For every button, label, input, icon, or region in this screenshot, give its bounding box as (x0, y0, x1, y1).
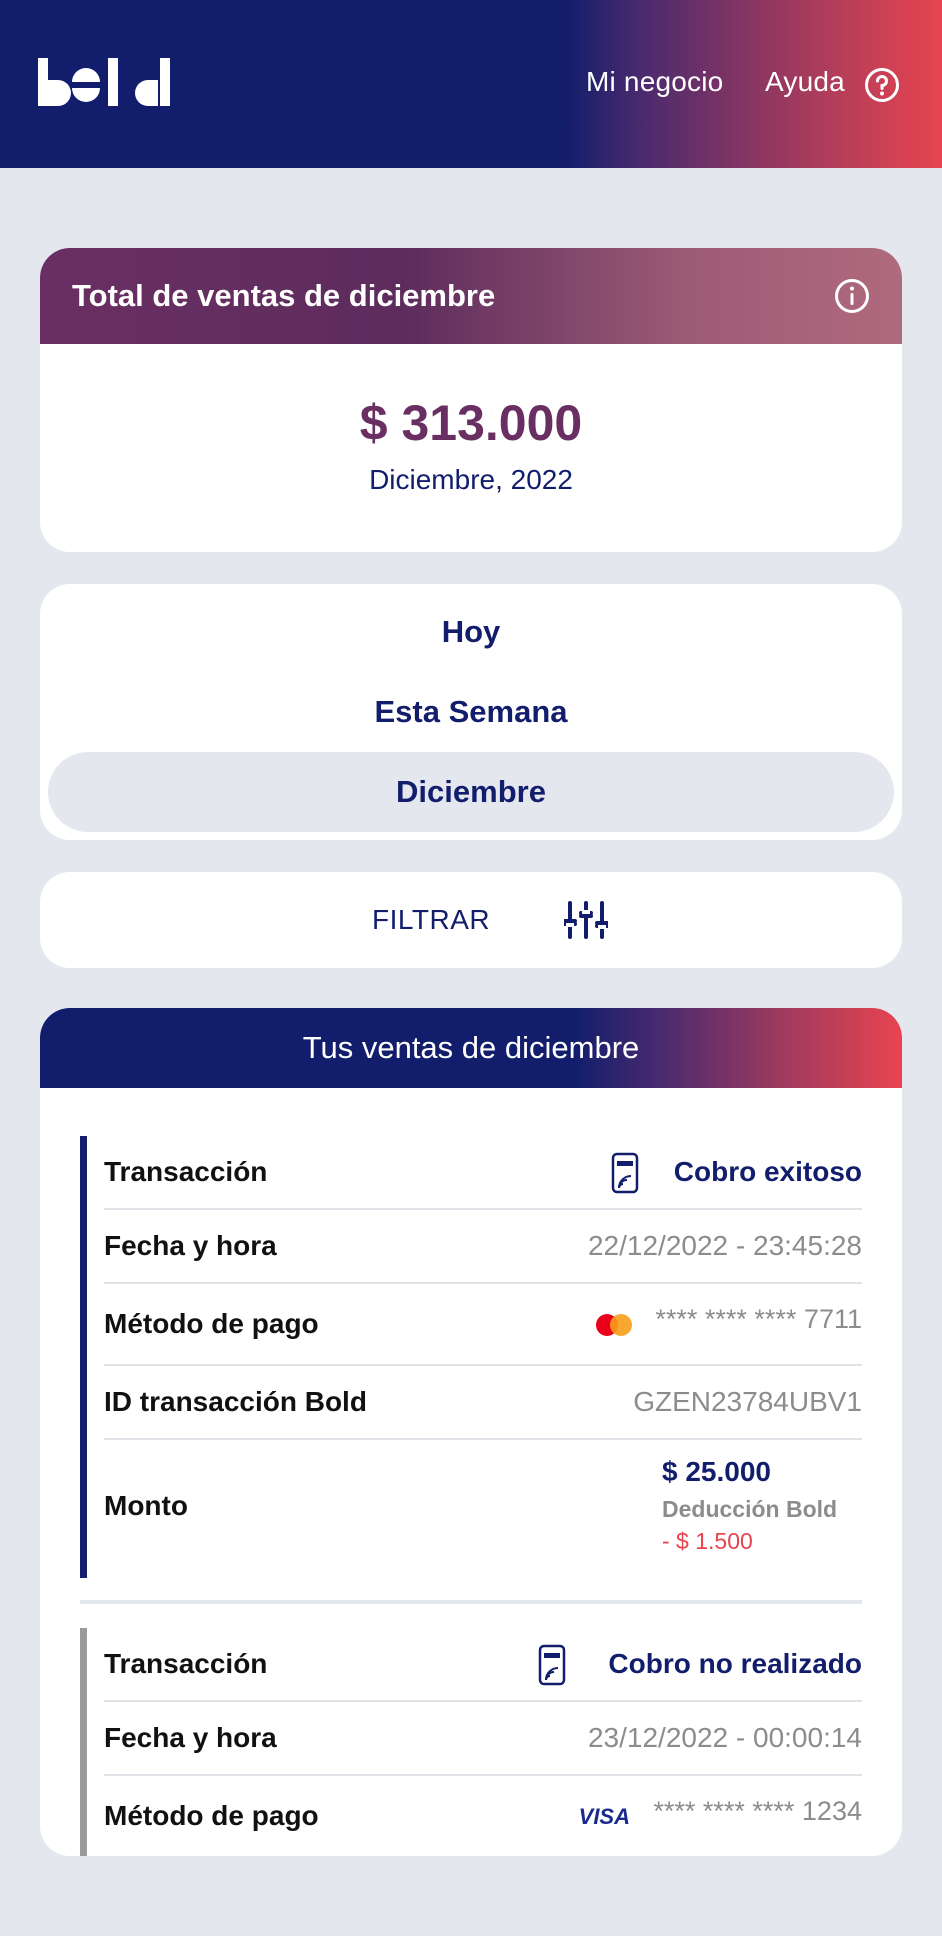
sales-list-title: Tus ventas de diciembre (302, 1030, 640, 1065)
total-sales-header: Total de ventas de diciembre (40, 248, 902, 344)
transaction-status: Cobro exitoso (673, 1156, 862, 1187)
status-bar-success (80, 1136, 87, 1578)
card-number-masked: **** **** **** 7711 (655, 1304, 862, 1334)
transaction-row: Transacción Cobro no realizado (104, 1628, 862, 1702)
amount-label: Monto (104, 1490, 188, 1521)
payment-method-label: Método de pago (104, 1800, 319, 1831)
question-circle-icon[interactable] (864, 67, 900, 103)
payment-method-row: Método de pago **** **** **** 7711 (104, 1284, 862, 1366)
top-header: Mi negocio Ayuda (0, 0, 942, 168)
datetime-label: Fecha y hora (104, 1722, 277, 1753)
total-sales-title: Total de ventas de diciembre (72, 278, 496, 313)
period-selector: Hoy Esta Semana Diciembre (40, 584, 902, 840)
mastercard-icon (596, 1314, 632, 1336)
datetime-row: Fecha y hora 23/12/2022 - 00:00:14 (104, 1702, 862, 1776)
transaction-id-label: ID transacción Bold (104, 1386, 367, 1417)
period-option-esta-semana[interactable]: Esta Semana (48, 672, 894, 752)
nav-mi-negocio[interactable]: Mi negocio (586, 66, 723, 98)
transaction-divider (80, 1600, 862, 1604)
bold-logo[interactable] (38, 58, 170, 108)
total-sales-card: Total de ventas de diciembre $ 313.000 D… (40, 248, 902, 552)
transaction-card[interactable]: Transacción Cobro no realizado Fecha y h… (80, 1628, 862, 1856)
filter-label: FILTRAR (372, 904, 491, 935)
datetime-value: 23/12/2022 - 00:00:14 (587, 1722, 862, 1753)
transaction-id-row: ID transacción Bold GZEN23784UBV1 (104, 1366, 862, 1440)
transaction-label: Transacción (104, 1156, 268, 1187)
period-option-hoy[interactable]: Hoy (48, 592, 894, 672)
transaction-status: Cobro no realizado (608, 1648, 862, 1679)
status-bar-failed (80, 1628, 87, 1856)
transaction-label: Transacción (104, 1648, 268, 1679)
amount-row: Monto $ 25.000 Deducción Bold - $ 1.500 (104, 1440, 862, 1578)
filter-button[interactable]: FILTRAR (40, 872, 902, 968)
info-icon[interactable] (834, 278, 870, 314)
nav-ayuda[interactable]: Ayuda (765, 66, 845, 98)
total-sales-date: Diciembre, 2022 (369, 464, 573, 495)
card-number-masked: **** **** **** 1234 (653, 1796, 862, 1826)
transaction-card[interactable]: Transacción Cobro exitoso Fecha y hora 2… (80, 1136, 862, 1578)
sales-list-card: Tus ventas de diciembre Transacción Cobr… (40, 1008, 902, 1856)
datetime-label: Fecha y hora (104, 1230, 277, 1261)
pos-terminal-icon (538, 1644, 566, 1686)
deduction-value: - $ 1.500 (662, 1528, 753, 1554)
period-option-diciembre-selected[interactable]: Diciembre (48, 752, 894, 832)
sales-list-header: Tus ventas de diciembre (40, 1008, 902, 1088)
amount-value: $ 25.000 (662, 1456, 771, 1487)
payment-method-row: Método de pago VISA **** **** **** 1234 (104, 1776, 862, 1856)
visa-icon: VISA (578, 1804, 630, 1829)
total-sales-amount: $ 313.000 (359, 395, 583, 451)
datetime-row: Fecha y hora 22/12/2022 - 23:45:28 (104, 1210, 862, 1284)
datetime-value: 22/12/2022 - 23:45:28 (587, 1230, 862, 1261)
transaction-id-value: GZEN23784UBV1 (633, 1386, 862, 1417)
deduction-label: Deducción Bold (662, 1496, 838, 1522)
pos-terminal-icon (611, 1152, 639, 1194)
payment-method-label: Método de pago (104, 1308, 319, 1339)
transaction-row: Transacción Cobro exitoso (104, 1136, 862, 1210)
sliders-icon (564, 901, 608, 939)
